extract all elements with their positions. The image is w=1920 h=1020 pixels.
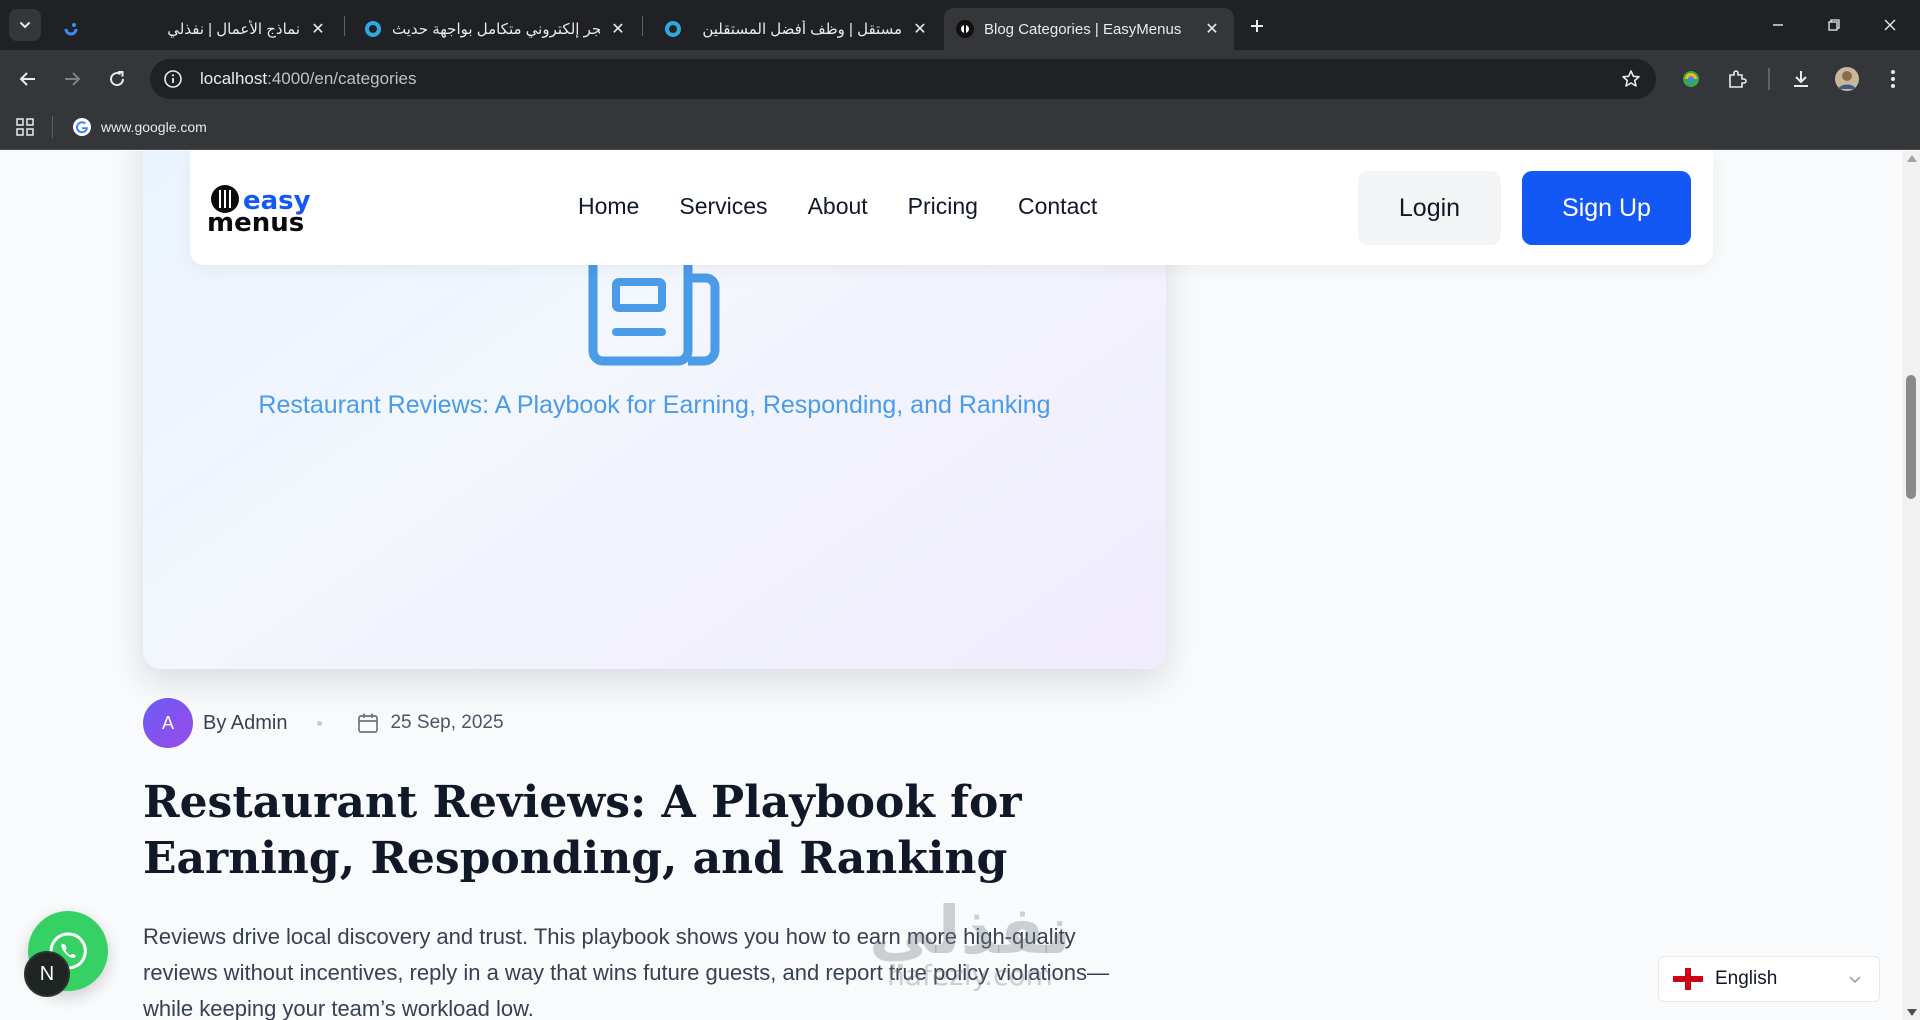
close-tab-icon[interactable]: ✕ (308, 19, 328, 39)
scroll-thumb[interactable] (1906, 375, 1916, 499)
forward-button[interactable] (55, 62, 89, 96)
minimize-icon (1773, 24, 1783, 26)
tab-divider (344, 16, 345, 36)
easymenus-logo[interactable]: easy menus (205, 181, 315, 235)
login-button[interactable]: Login (1358, 171, 1501, 245)
n-badge-button[interactable]: N (24, 951, 70, 997)
arrow-right-icon (65, 72, 81, 86)
reload-button[interactable] (100, 62, 134, 96)
post-title[interactable]: Restaurant Reviews: A Playbook for Earni… (143, 775, 1153, 887)
tab-divider (642, 16, 643, 36)
address-bar[interactable]: localhost:4000/en/categories (150, 59, 1656, 99)
extensions-puzzle-icon[interactable] (1722, 64, 1752, 94)
page-scrollbar[interactable] (1902, 151, 1920, 1020)
tab-nafezly[interactable]: نماذج الأعمال | نفذلي ✕ (50, 8, 340, 50)
tab-title: Blog Categories | EasyMenus (984, 20, 1182, 38)
toolbar-divider (1768, 68, 1770, 90)
meta-separator-dot (317, 720, 323, 726)
tab-easymenus[interactable]: Blog Categories | EasyMenus ✕ (944, 8, 1234, 50)
calendar-icon (358, 713, 379, 733)
new-tab-button[interactable] (1243, 12, 1271, 40)
nav-services[interactable]: Services (679, 188, 767, 224)
google-icon (73, 118, 91, 136)
extension-google-lens-icon[interactable] (1676, 64, 1706, 94)
close-window-button[interactable] (1862, 0, 1918, 50)
close-icon (1884, 19, 1896, 31)
profile-avatar-icon[interactable] (1832, 64, 1862, 94)
mostaql-favicon-icon (664, 20, 682, 38)
post-excerpt: Reviews drive local discovery and trust.… (143, 924, 1110, 1020)
newspaper-icon (588, 248, 720, 366)
logo-word-menus: menus (207, 208, 304, 235)
minimize-button[interactable] (1750, 0, 1806, 50)
post-meta: A By Admin 25 Sep, 2025 (143, 698, 504, 748)
nafezly-favicon-icon (62, 20, 80, 38)
apps-grid-icon[interactable] (14, 116, 36, 138)
plus-icon (1251, 20, 1263, 32)
chevron-down-icon (1849, 976, 1861, 984)
nav-contact[interactable]: Contact (1018, 188, 1097, 224)
tab-title: مستقل | وظف أفضل المستقلين (702, 21, 902, 38)
england-flag-icon (1673, 968, 1703, 990)
hero-post-title: Restaurant Reviews: A Playbook for Earni… (258, 391, 1051, 419)
mostaql-favicon-icon (364, 20, 382, 38)
nav-pricing[interactable]: Pricing (908, 188, 978, 224)
scroll-down-arrow-icon[interactable] (1907, 1009, 1917, 1016)
tab-store[interactable]: متجر إلكتروني متكامل بواجهة حديث ✕ (352, 8, 640, 50)
restore-icon (1828, 19, 1840, 31)
tab-title: نماذج الأعمال | نفذلي (167, 21, 300, 38)
tab-mostaql[interactable]: مستقل | وظف أفضل المستقلين ✕ (652, 8, 942, 50)
easymenus-favicon-icon (956, 20, 974, 38)
main-nav: Home Services About Pricing Contact (578, 188, 1137, 224)
back-button[interactable] (11, 62, 45, 96)
tab-title: متجر إلكتروني متكامل بواجهة حديث (392, 21, 600, 38)
bookmark-google[interactable]: www.google.com (72, 114, 207, 140)
reload-icon (110, 71, 125, 87)
downloads-icon[interactable] (1786, 64, 1816, 94)
browser-menu-icon[interactable] (1878, 64, 1908, 94)
url-host: localhost (200, 69, 268, 88)
close-tab-icon[interactable]: ✕ (1202, 19, 1222, 39)
tab-search-button[interactable] (9, 9, 41, 41)
signup-button[interactable]: Sign Up (1522, 171, 1691, 245)
chevron-down-icon (20, 22, 30, 29)
post-date: 25 Sep, 2025 (390, 712, 504, 733)
author-avatar: A (143, 698, 193, 748)
close-tab-icon[interactable]: ✕ (608, 19, 628, 39)
url-text[interactable]: localhost:4000/en/categories (200, 69, 416, 89)
bookmarks-divider (52, 116, 53, 138)
nav-about[interactable]: About (808, 188, 868, 224)
arrow-left-icon (19, 72, 35, 86)
site-info-icon[interactable] (162, 68, 184, 90)
nav-home[interactable]: Home (578, 188, 639, 224)
scroll-up-arrow-icon[interactable] (1907, 155, 1917, 162)
url-path: :4000/en/categories (267, 69, 417, 88)
post-author: By Admin (203, 711, 288, 734)
bookmarks-bar (0, 108, 1920, 150)
bookmark-label: www.google.com (101, 119, 207, 135)
site-header: easy menus Home Services About Pricing C… (190, 151, 1713, 265)
page-viewport: Restaurant Reviews: A Playbook for Earni… (0, 151, 1902, 1020)
language-label: English (1715, 968, 1778, 989)
bookmark-star-icon[interactable] (1620, 68, 1642, 90)
language-selector[interactable]: English (1658, 956, 1880, 1002)
close-tab-icon[interactable]: ✕ (910, 19, 930, 39)
restore-button[interactable] (1806, 0, 1862, 50)
